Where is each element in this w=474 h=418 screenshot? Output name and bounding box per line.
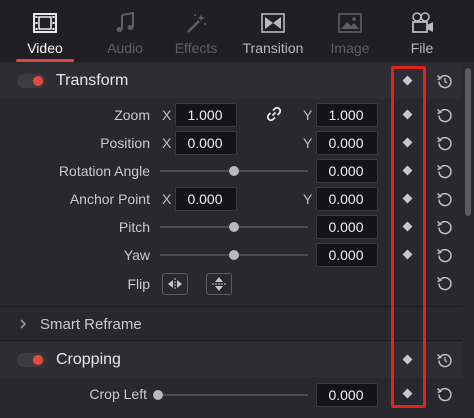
anchor-y-axis-label: Y xyxy=(303,191,313,207)
zoom-reset-icon[interactable] xyxy=(436,106,454,124)
zoom-x-field[interactable]: 1.000 xyxy=(175,103,237,127)
tab-effects[interactable]: Effects xyxy=(168,8,224,62)
rotation-angle-slider-handle[interactable] xyxy=(229,166,239,176)
transition-icon xyxy=(240,8,306,38)
chevron-right-icon xyxy=(18,317,28,336)
flip-vertical-icon xyxy=(212,277,226,291)
anchor-x-axis-label: X xyxy=(162,191,172,207)
zoom-y-axis-label: Y xyxy=(303,107,313,123)
yaw-label: Yaw xyxy=(123,247,150,263)
zoom-y-field[interactable]: 1.000 xyxy=(316,103,378,127)
film-strip-icon xyxy=(16,8,74,38)
inspector-tab-bar: Video Audio Effects Transition Image Fil… xyxy=(0,0,474,62)
anchor-y-field[interactable]: 0.000 xyxy=(316,187,378,211)
inspector-scrollbar[interactable] xyxy=(465,68,471,216)
position-y-field[interactable]: 0.000 xyxy=(316,131,378,155)
tab-transition-label: Transition xyxy=(242,40,304,56)
smart-reframe-title: Smart Reframe xyxy=(40,316,142,333)
pitch-field[interactable]: 0.000 xyxy=(316,215,378,239)
pitch-reset-icon[interactable] xyxy=(436,218,454,236)
rotation-angle-field[interactable]: 0.000 xyxy=(316,159,378,183)
flip-horizontal-button[interactable] xyxy=(162,273,188,295)
pitch-slider-handle[interactable] xyxy=(229,222,239,232)
cropping-reset-icon[interactable] xyxy=(436,351,454,369)
tab-video[interactable]: Video xyxy=(16,8,74,62)
anchor-point-label: Anchor Point xyxy=(69,191,150,207)
yaw-field[interactable]: 0.000 xyxy=(316,243,378,267)
zoom-x-axis-label: X xyxy=(162,107,172,123)
link-icon[interactable] xyxy=(266,106,282,127)
flip-label: Flip xyxy=(127,276,150,292)
rotation-angle-label: Rotation Angle xyxy=(58,163,150,179)
image-icon xyxy=(326,8,374,38)
position-y-axis-label: Y xyxy=(303,135,313,151)
transform-reset-icon[interactable] xyxy=(436,72,454,90)
cropping-enable-toggle[interactable] xyxy=(17,353,45,367)
crop-left-slider[interactable] xyxy=(163,394,308,396)
anchor-point-reset-icon[interactable] xyxy=(436,190,454,208)
flip-horizontal-icon xyxy=(168,278,182,290)
tab-transition[interactable]: Transition xyxy=(240,8,306,62)
tab-video-label: Video xyxy=(27,40,63,56)
film-camera-icon xyxy=(400,8,444,38)
tab-image[interactable]: Image xyxy=(326,8,374,62)
pitch-label: Pitch xyxy=(118,219,150,235)
transform-enable-toggle[interactable] xyxy=(17,74,45,88)
anchor-x-field[interactable]: 0.000 xyxy=(175,187,237,211)
music-note-icon xyxy=(98,8,152,38)
tab-file[interactable]: File xyxy=(400,8,444,62)
crop-left-slider-handle[interactable] xyxy=(153,390,163,400)
tab-image-label: Image xyxy=(330,40,370,56)
crop-left-field[interactable]: 0.000 xyxy=(316,383,378,407)
cropping-title: Cropping xyxy=(56,351,121,368)
magic-wand-icon xyxy=(168,8,224,38)
flip-vertical-button[interactable] xyxy=(206,273,232,295)
zoom-label: Zoom xyxy=(114,107,150,123)
tab-audio[interactable]: Audio xyxy=(98,8,152,62)
position-x-axis-label: X xyxy=(162,135,172,151)
transform-title: Transform xyxy=(56,72,129,89)
position-label: Position xyxy=(100,135,150,151)
position-reset-icon[interactable] xyxy=(436,134,454,152)
tab-audio-label: Audio xyxy=(107,40,143,56)
tab-file-label: File xyxy=(410,40,434,56)
tab-effects-label: Effects xyxy=(174,40,218,56)
rotation-angle-reset-icon[interactable] xyxy=(436,162,454,180)
flip-reset-icon[interactable] xyxy=(436,274,454,292)
yaw-slider-handle[interactable] xyxy=(229,250,239,260)
crop-left-label: Crop Left xyxy=(89,386,147,402)
yaw-reset-icon[interactable] xyxy=(436,246,454,264)
crop-left-reset-icon[interactable] xyxy=(436,385,454,403)
active-tab-indicator xyxy=(16,59,74,62)
position-x-field[interactable]: 0.000 xyxy=(175,131,237,155)
keyframe-column-highlight xyxy=(391,66,426,408)
